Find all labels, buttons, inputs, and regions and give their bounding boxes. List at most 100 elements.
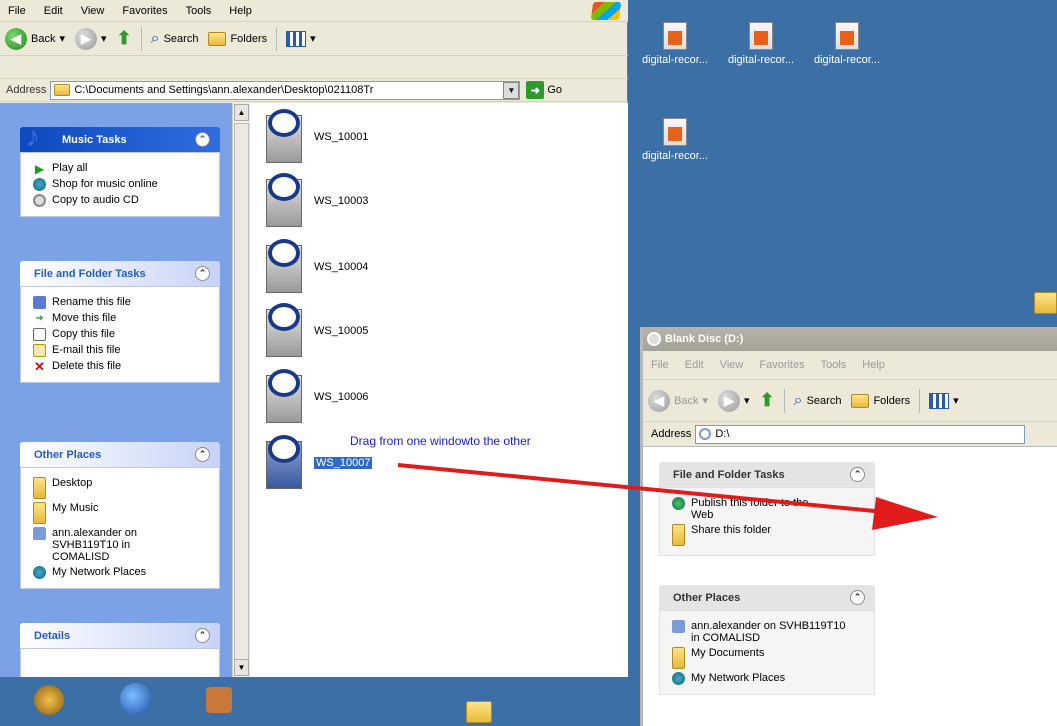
collapse-icon[interactable]: ⌃ (195, 132, 210, 147)
place-network-share[interactable]: ann.alexander on SVHB119T10 in COMALISD (672, 620, 866, 644)
forward-button[interactable]: ▶ ▾ (70, 24, 112, 54)
music-tasks-header[interactable]: ♪ Music Tasks ⌃ (20, 121, 220, 152)
task-shop-music[interactable]: Shop for music online (33, 178, 211, 191)
task-label: Share this folder (691, 524, 772, 536)
other-places-header[interactable]: Other Places ⌃ (20, 442, 220, 467)
forward-button[interactable]: ▶ ▾ (713, 386, 755, 416)
menu-file[interactable]: File (643, 359, 677, 371)
task-move[interactable]: ➔ Move this file (33, 312, 211, 325)
menu-file[interactable]: File (0, 5, 36, 17)
toolbar-divider (919, 388, 921, 413)
chevron-down-icon[interactable]: ▾ (744, 394, 750, 407)
task-delete[interactable]: ✕ Delete this file (33, 359, 211, 374)
search-button[interactable]: ⌕ Search (789, 386, 847, 416)
task-play-all[interactable]: ▶ Play all (33, 161, 211, 176)
views-button[interactable]: ▾ (281, 24, 321, 54)
collapse-icon[interactable]: ⌃ (195, 447, 210, 462)
address-dropdown-icon[interactable]: ▼ (503, 81, 520, 99)
file-item[interactable]: WS_10001 (262, 107, 492, 167)
search-button[interactable]: ⌕ Search (146, 24, 204, 54)
collapse-icon[interactable]: ⌃ (850, 467, 865, 482)
place-my-documents[interactable]: My Documents (672, 647, 866, 669)
music-tasks-body: ▶ Play all Shop for music online Copy to … (20, 152, 220, 217)
place-my-music[interactable]: My Music (33, 502, 211, 524)
menu-edit[interactable]: Edit (36, 5, 73, 17)
folders-button[interactable]: Folders (846, 386, 915, 416)
google-earth-icon[interactable] (120, 683, 152, 715)
desktop-icon-recording-4[interactable]: digital-recor... (632, 118, 718, 162)
up-folder-button[interactable]: ⬆ (112, 24, 137, 54)
file-tasks-header[interactable]: File and Folder Tasks ⌃ (20, 261, 220, 286)
folder-icon[interactable] (466, 701, 492, 723)
menu-favorites[interactable]: Favorites (114, 5, 177, 17)
menu-tools[interactable]: Tools (178, 5, 222, 17)
task-copy[interactable]: Copy this file (33, 328, 211, 341)
app-shortcut-icon[interactable] (34, 685, 64, 715)
menu-edit[interactable]: Edit (677, 359, 712, 371)
place-desktop[interactable]: Desktop (33, 477, 211, 499)
scroll-up-icon[interactable]: ▲ (234, 104, 249, 121)
panel-title: Other Places (673, 591, 741, 604)
collapse-icon[interactable]: ⌃ (195, 628, 210, 643)
details-header[interactable]: Details ⌃ (20, 623, 220, 648)
file-tasks-body: Rename this file ➔ Move this file Copy th… (20, 286, 220, 383)
menu-help[interactable]: Help (221, 5, 262, 17)
collapse-icon[interactable]: ⌃ (195, 266, 210, 281)
task-email[interactable]: E-mail this file (33, 344, 211, 357)
title-bar[interactable]: Blank Disc (D:) (643, 327, 1057, 351)
chevron-down-icon[interactable]: ▾ (310, 32, 316, 45)
task-publish-web[interactable]: Publish this folder to the Web (672, 497, 866, 521)
task-pane-scrollbar[interactable]: ▲ ▼ (232, 103, 249, 677)
task-share-folder[interactable]: Share this folder (672, 524, 866, 546)
address-field[interactable]: C:\Documents and Settings\ann.alexander\… (50, 80, 521, 100)
place-network-places[interactable]: My Network Places (33, 566, 211, 579)
menu-favorites[interactable]: Favorites (751, 359, 812, 371)
desktop-icon-recording-1[interactable]: digital-recor... (632, 22, 718, 66)
chevron-down-icon[interactable]: ▾ (953, 394, 959, 407)
package-icon[interactable] (206, 687, 232, 713)
place-network-share[interactable]: ann.alexander on SVHB119T10 in COMALISD (33, 527, 211, 563)
chevron-down-icon[interactable]: ▾ (101, 32, 107, 45)
menu-tools[interactable]: Tools (813, 359, 855, 371)
back-button[interactable]: ◀ Back ▾ (643, 386, 713, 416)
chevron-down-icon[interactable]: ▾ (59, 32, 65, 45)
file-item[interactable]: WS_10003 (262, 171, 492, 231)
up-folder-button[interactable]: ⬆ (755, 386, 780, 416)
other-places-header[interactable]: Other Places ⌃ (659, 585, 875, 610)
file-item[interactable]: WS_10004 (262, 237, 492, 297)
folders-button[interactable]: Folders (203, 24, 272, 54)
scroll-thumb[interactable] (234, 123, 249, 673)
views-icon (929, 392, 950, 409)
scroll-down-icon[interactable]: ▼ (234, 659, 249, 676)
address-label: Address (651, 428, 692, 440)
task-label: Copy this file (52, 328, 115, 340)
collapse-icon[interactable]: ⌃ (850, 590, 865, 605)
place-network-places[interactable]: My Network Places (672, 672, 866, 685)
task-label: Move this file (52, 312, 117, 324)
back-label: Back (674, 394, 699, 407)
desktop-icon-recording-2[interactable]: digital-recor... (718, 22, 804, 66)
menu-view[interactable]: View (712, 359, 752, 371)
cd-drive-icon (699, 428, 712, 440)
menu-view[interactable]: View (73, 5, 115, 17)
file-tasks-header[interactable]: File and Folder Tasks ⌃ (659, 462, 875, 487)
chevron-down-icon[interactable]: ▾ (702, 394, 708, 407)
address-field[interactable]: D:\ (695, 424, 1026, 444)
folder-icon[interactable] (1034, 292, 1057, 314)
file-item[interactable]: WS_10005 (262, 301, 492, 361)
copy-icon (33, 328, 46, 341)
task-copy-cd[interactable]: Copy to audio CD (33, 194, 211, 207)
file-item[interactable]: WS_10006 (262, 367, 492, 427)
back-button[interactable]: ◀ Back ▾ (0, 24, 70, 54)
play-icon: ▶ (34, 161, 45, 176)
shared-folder-icon (672, 524, 685, 546)
menu-bar: File Edit View Favorites Tools Help (0, 0, 628, 22)
menu-help[interactable]: Help (854, 359, 893, 371)
folder-icon (672, 647, 685, 669)
music-folder-icon (33, 502, 46, 524)
go-button[interactable]: ➜ Go (526, 81, 562, 99)
views-button[interactable]: ▾ (924, 386, 964, 416)
desktop-icon-recording-3[interactable]: digital-recor... (804, 22, 890, 66)
task-rename[interactable]: Rename this file (33, 296, 211, 309)
other-places-panel: Other Places ⌃ ann.alexander on SVHB119T1… (659, 585, 875, 695)
